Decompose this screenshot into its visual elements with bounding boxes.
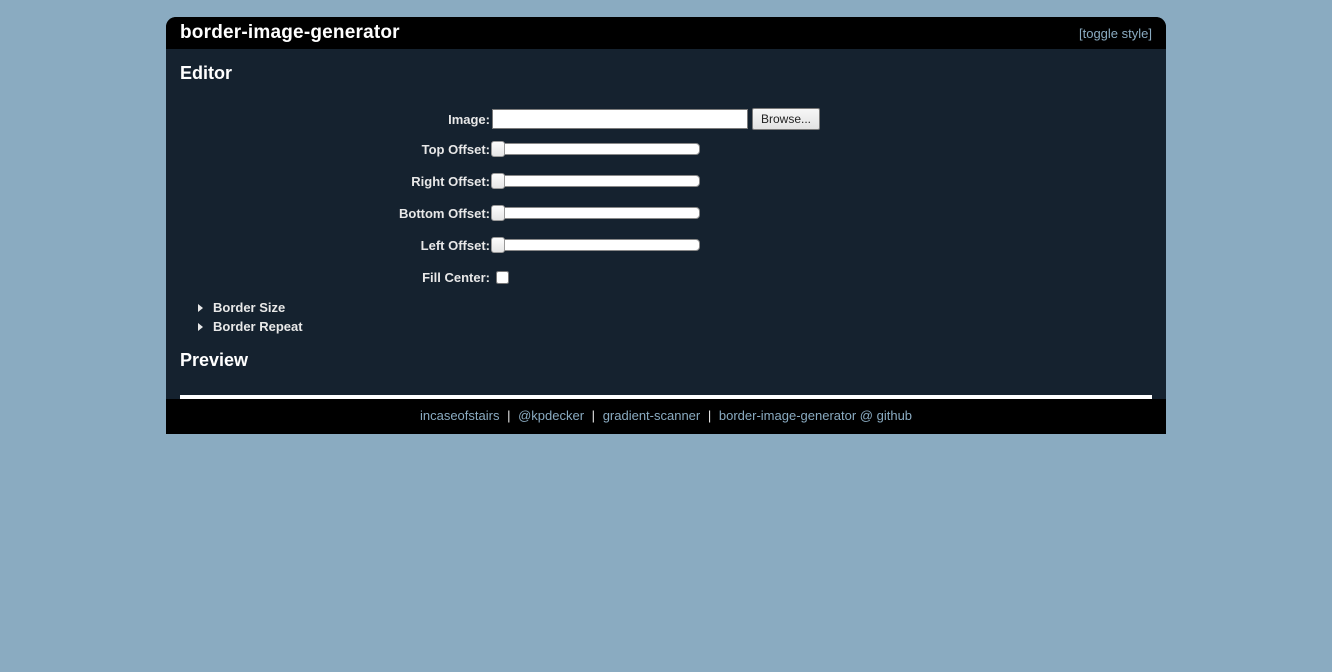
bottom-offset-row: Bottom Offset: xyxy=(180,202,1152,224)
left-offset-handle[interactable] xyxy=(491,237,505,253)
border-repeat-label: Border Repeat xyxy=(213,319,303,334)
image-row: Image: Browse... xyxy=(180,108,1152,130)
bottom-offset-slider[interactable] xyxy=(492,207,700,219)
right-offset-slider[interactable] xyxy=(492,175,700,187)
left-offset-label: Left Offset: xyxy=(180,238,492,253)
footer-link-kpdecker[interactable]: @kpdecker xyxy=(518,408,584,423)
app-title: border-image-generator xyxy=(180,22,400,44)
footer-link-gradient-scanner[interactable]: gradient-scanner xyxy=(603,408,701,423)
bottom-offset-label: Bottom Offset: xyxy=(180,206,492,221)
toggle-style-link[interactable]: [toggle style] xyxy=(1079,26,1152,41)
fill-center-checkbox[interactable] xyxy=(496,271,509,284)
right-offset-handle[interactable] xyxy=(491,173,505,189)
border-size-label: Border Size xyxy=(213,300,285,315)
editor-heading: Editor xyxy=(180,63,1152,84)
top-offset-row: Top Offset: xyxy=(180,138,1152,160)
image-input[interactable] xyxy=(492,109,748,129)
footer-sep: | xyxy=(592,408,595,423)
footer: incaseofstairs | @kpdecker | gradient-sc… xyxy=(166,399,1166,434)
top-offset-slider[interactable] xyxy=(492,143,700,155)
image-label: Image: xyxy=(180,112,492,127)
top-offset-label: Top Offset: xyxy=(180,142,492,157)
footer-link-incaseofstairs[interactable]: incaseofstairs xyxy=(420,408,499,423)
border-size-accordion[interactable]: Border Size xyxy=(198,298,1152,317)
top-offset-handle[interactable] xyxy=(491,141,505,157)
preview-heading: Preview xyxy=(180,350,1152,371)
triangle-right-icon xyxy=(198,304,203,312)
footer-sep: | xyxy=(507,408,510,423)
border-repeat-accordion[interactable]: Border Repeat xyxy=(198,317,1152,336)
header-bar: border-image-generator [toggle style] xyxy=(166,17,1166,49)
right-offset-row: Right Offset: xyxy=(180,170,1152,192)
triangle-right-icon xyxy=(198,323,203,331)
bottom-offset-handle[interactable] xyxy=(491,205,505,221)
fill-center-label: Fill Center: xyxy=(180,270,492,285)
fill-center-row: Fill Center: xyxy=(180,266,1152,288)
main-panel: Editor Image: Browse... Top Offset: Righ… xyxy=(166,49,1166,399)
footer-link-github[interactable]: border-image-generator @ github xyxy=(719,408,912,423)
left-offset-slider[interactable] xyxy=(492,239,700,251)
editor-form: Image: Browse... Top Offset: Right Offse… xyxy=(180,108,1152,288)
footer-sep: | xyxy=(708,408,711,423)
accordion-group: Border Size Border Repeat xyxy=(198,298,1152,336)
browse-button[interactable]: Browse... xyxy=(752,108,820,130)
right-offset-label: Right Offset: xyxy=(180,174,492,189)
app-window: border-image-generator [toggle style] Ed… xyxy=(166,17,1166,434)
left-offset-row: Left Offset: xyxy=(180,234,1152,256)
